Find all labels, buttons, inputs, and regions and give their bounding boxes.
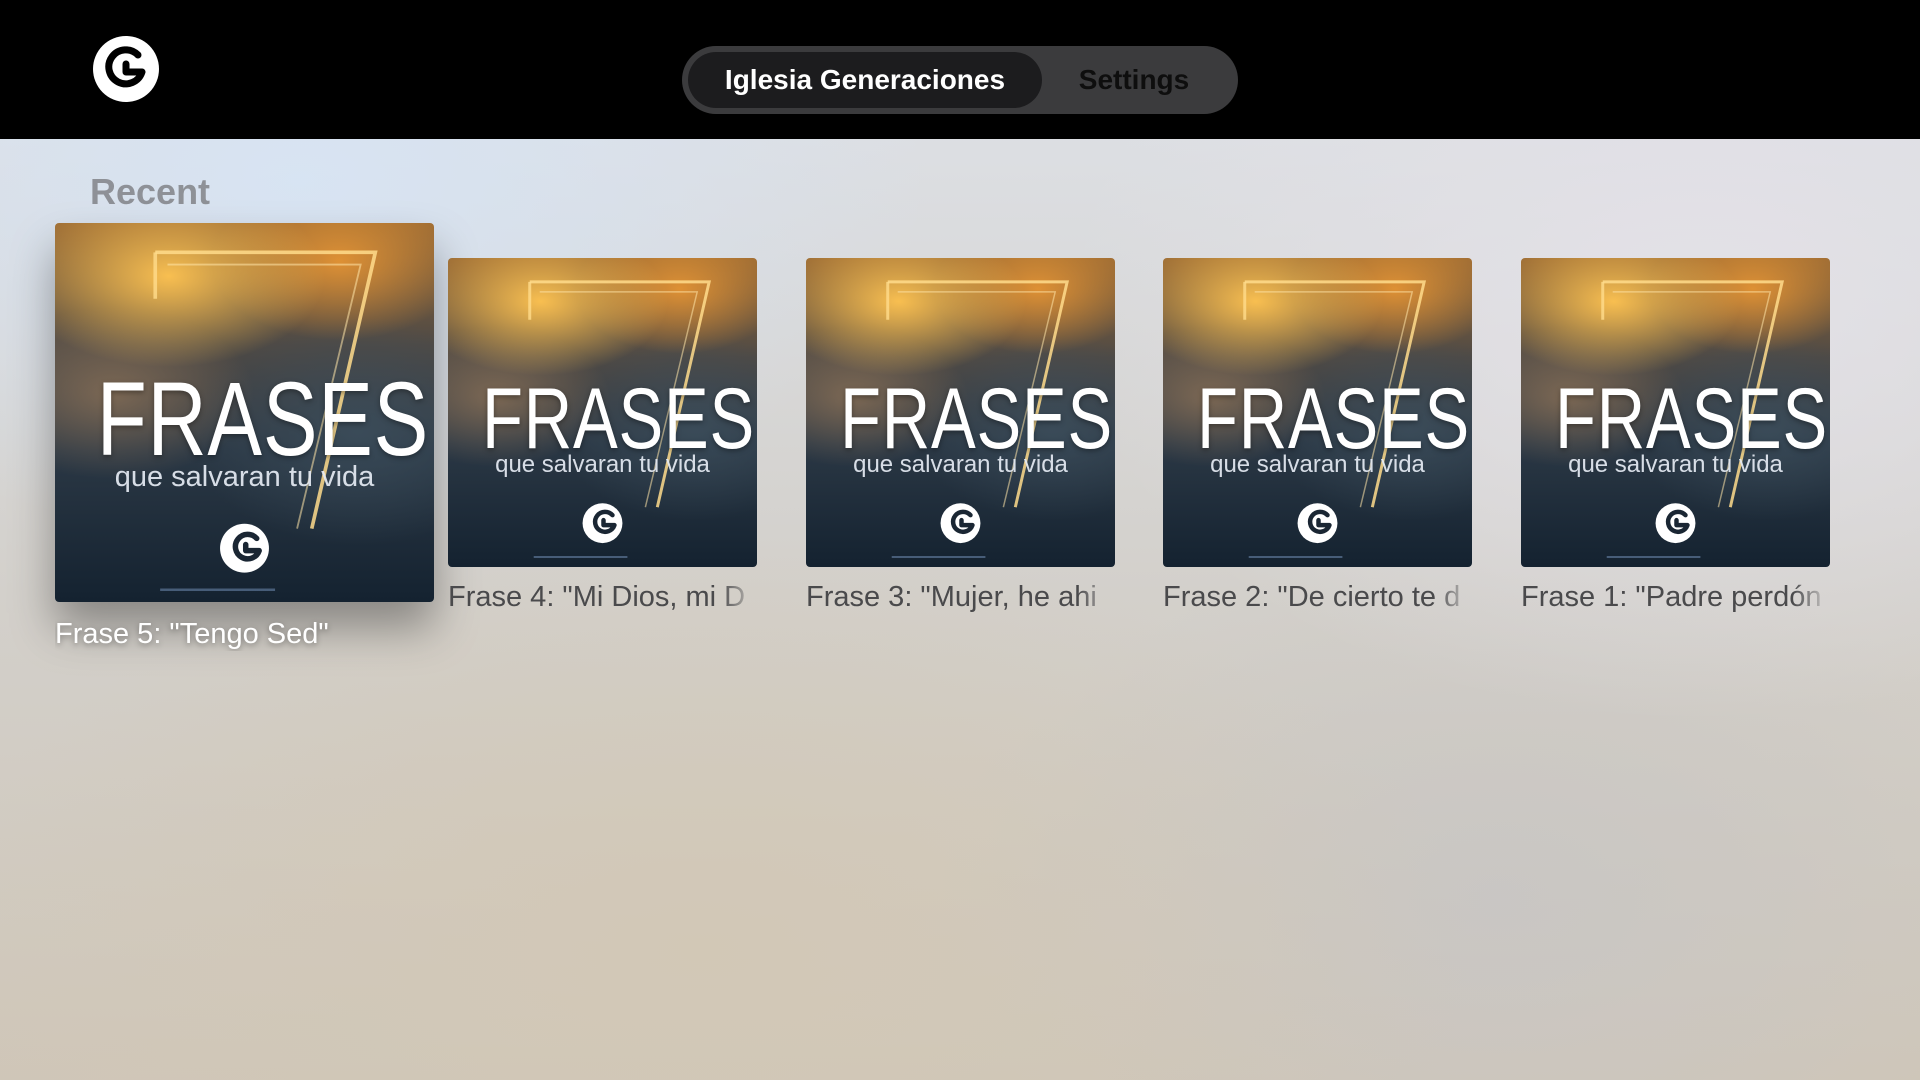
top-nav-tabs: Iglesia Generaciones Settings bbox=[682, 46, 1238, 114]
artwork-title: FRASES bbox=[96, 361, 430, 478]
artwork-numeral: 7 bbox=[732, 264, 743, 287]
artwork-numeral: 7 bbox=[1447, 264, 1458, 287]
artwork-numeral: 7 bbox=[404, 230, 417, 258]
recent-item-caption: Frase 1: "Padre perdón bbox=[1521, 581, 1822, 613]
recent-item-1[interactable]: FRASESque salvaran tu vida 7 Frase 5: "Ten… bbox=[55, 223, 434, 650]
artwork-title: FRASES bbox=[839, 371, 1114, 467]
tab-label: Settings bbox=[1078, 64, 1190, 95]
artwork-subtitle: que salvaran tu vida bbox=[495, 451, 710, 478]
recent-item-4[interactable]: FRASESque salvaran tu vida 7 Frase 2: "De … bbox=[1163, 258, 1472, 613]
artwork-subtitle: que salvaran tu vida bbox=[853, 451, 1068, 478]
recent-item-caption: Frase 4: "Mi Dios, mi D bbox=[448, 581, 746, 613]
top-bar: Iglesia Generaciones Settings bbox=[0, 0, 1920, 139]
episode-artwork: FRASESque salvaran tu vida 7 bbox=[806, 258, 1115, 567]
recent-item-2[interactable]: FRASESque salvaran tu vida 7 Frase 4: "Mi … bbox=[448, 258, 757, 613]
tab-settings[interactable]: Settings bbox=[1042, 52, 1226, 108]
artwork-numeral: 7 bbox=[1805, 264, 1816, 287]
tab-iglesia-generaciones[interactable]: Iglesia Generaciones bbox=[688, 52, 1042, 108]
episode-artwork: FRASESque salvaran tu vida 7 bbox=[1163, 258, 1472, 567]
church-g-logo-icon bbox=[91, 34, 161, 104]
artwork-subtitle: que salvaran tu vida bbox=[1210, 451, 1425, 478]
recent-item-3[interactable]: FRASESque salvaran tu vida 7 Frase 3: "Muj… bbox=[806, 258, 1115, 613]
tab-label: Iglesia Generaciones bbox=[724, 64, 1006, 95]
artwork-numeral: 7 bbox=[1090, 264, 1101, 287]
episode-artwork: FRASESque salvaran tu vida 7 bbox=[55, 223, 434, 602]
episode-artwork: FRASESque salvaran tu vida 7 bbox=[1521, 258, 1830, 567]
artwork-title: FRASES bbox=[1196, 371, 1471, 467]
artwork-subtitle: que salvaran tu vida bbox=[1568, 451, 1783, 478]
recent-item-5[interactable]: FRASESque salvaran tu vida 7 Frase 1: "Pad… bbox=[1521, 258, 1830, 613]
recent-item-caption: Frase 2: "De cierto te d bbox=[1163, 581, 1461, 613]
artwork-title: FRASES bbox=[1554, 371, 1829, 467]
artwork-title: FRASES bbox=[481, 371, 756, 467]
section-title-recent: Recent bbox=[90, 171, 211, 212]
artwork-subtitle: que salvaran tu vida bbox=[114, 461, 375, 493]
recent-item-caption: Frase 3: "Mujer, he ahi bbox=[806, 581, 1097, 613]
episode-artwork: FRASESque salvaran tu vida 7 bbox=[448, 258, 757, 567]
recent-item-caption: Frase 5: "Tengo Sed" bbox=[55, 618, 329, 650]
